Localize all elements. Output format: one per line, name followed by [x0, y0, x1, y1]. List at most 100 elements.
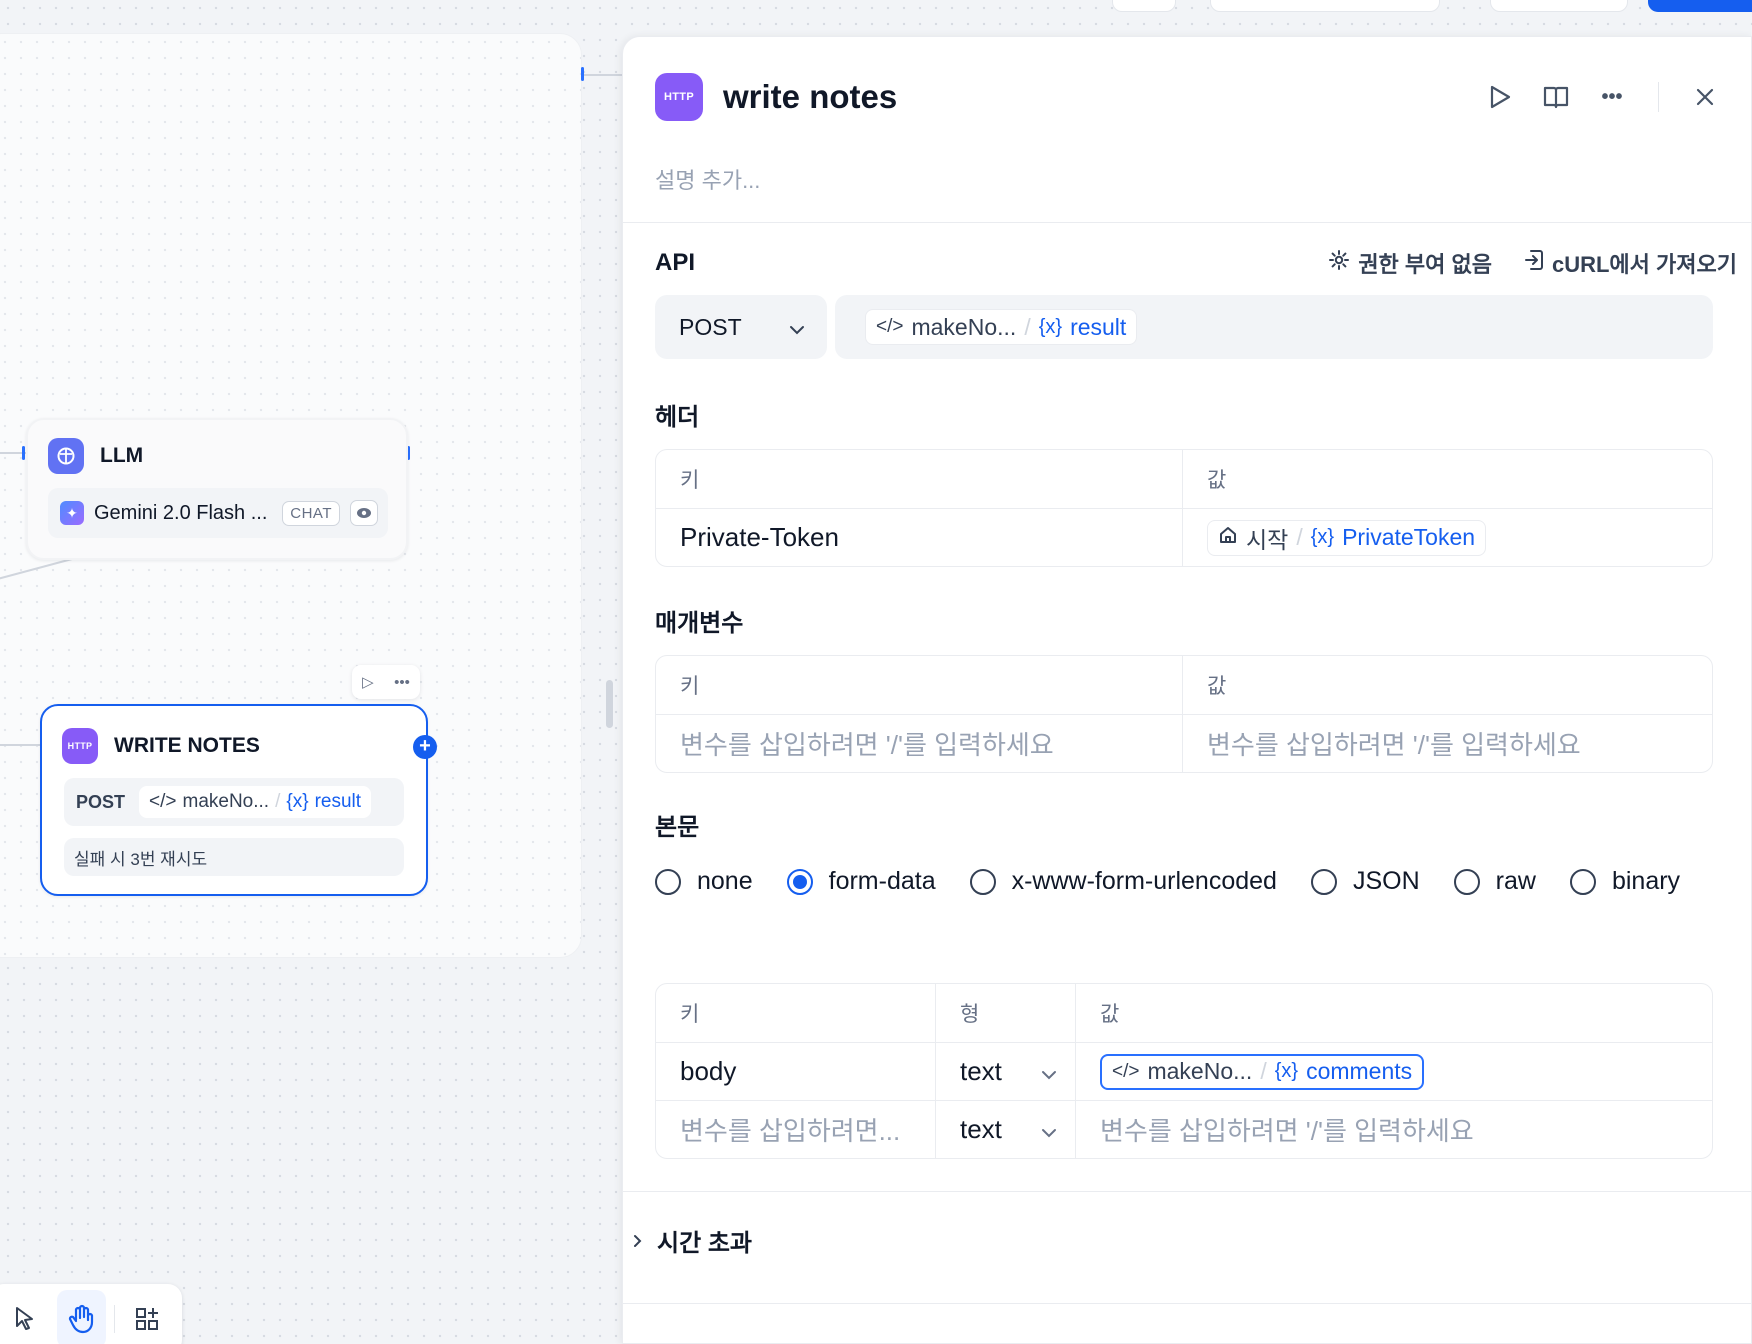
- header-key-input[interactable]: Private-Token: [656, 509, 1182, 566]
- radio-icon: [969, 868, 996, 895]
- radio-selected-icon: [786, 868, 813, 895]
- close-icon[interactable]: [1689, 81, 1721, 113]
- variable-pill[interactable]: 시작 / {x} PrivateToken: [1207, 519, 1487, 556]
- top-toolbar-chip[interactable]: [1490, 0, 1628, 12]
- radio-icon: [1569, 868, 1596, 895]
- variable-name: comments: [1306, 1058, 1413, 1084]
- divider: [623, 222, 1751, 223]
- divider: [623, 1303, 1751, 1304]
- param-value-input[interactable]: 변수를 삽입하려면 '/'를 입력하세요: [1182, 715, 1712, 772]
- body-section-label: 본문: [655, 814, 700, 841]
- variable-pill[interactable]: </> makeNo... / {x} result: [865, 309, 1138, 345]
- model-selector[interactable]: ✦ Gemini 2.0 Flash ... CHAT: [48, 488, 388, 538]
- node-handle[interactable]: [581, 67, 584, 81]
- timeout-section-toggle[interactable]: 시간 초과: [633, 1223, 752, 1258]
- chevron-right-icon: [633, 1227, 643, 1255]
- method-value: POST: [679, 313, 742, 340]
- radio-binary[interactable]: binary: [1569, 867, 1680, 896]
- http-icon: HTTP: [62, 728, 98, 764]
- node-title: LLM: [100, 444, 144, 467]
- auth-button[interactable]: 권한 부여 없음: [1328, 247, 1492, 279]
- run-icon[interactable]: [1484, 81, 1516, 113]
- header-value-input[interactable]: 시작 / {x} PrivateToken: [1182, 509, 1712, 566]
- body-type-radio-group: none form-data x-www-form-urlencoded JSO…: [655, 867, 1715, 896]
- connection-line: [582, 74, 622, 76]
- column-header: 값: [1182, 656, 1712, 714]
- form-value-input[interactable]: 변수를 삽입하려면 '/'를 입력하세요: [1075, 1101, 1712, 1158]
- node-toolbar: ▷ •••: [352, 665, 420, 699]
- eye-icon: [350, 500, 378, 526]
- variable-name: PrivateToken: [1342, 524, 1476, 550]
- form-key-input[interactable]: 변수를 삽입하려면...: [656, 1101, 935, 1158]
- variable-node: makeNo...: [1147, 1058, 1253, 1084]
- radio-icon: [655, 868, 681, 895]
- add-node-button[interactable]: +: [413, 735, 437, 759]
- model-name: Gemini 2.0 Flash ...: [94, 501, 268, 524]
- radio-form-data[interactable]: form-data: [786, 867, 936, 896]
- type-value: text: [960, 1056, 1002, 1086]
- code-icon: </>: [876, 316, 904, 337]
- timeout-label: 시간 초과: [657, 1230, 752, 1257]
- home-icon: [1218, 524, 1238, 551]
- gear-icon: [1328, 249, 1350, 277]
- table-header: 키 값: [656, 656, 1712, 714]
- hand-icon[interactable]: [57, 1290, 107, 1344]
- form-type-select[interactable]: text: [935, 1101, 1075, 1158]
- retry-info: 실패 시 3번 재시도: [64, 838, 404, 876]
- variable-pill: </> makeNo... / {x} result: [139, 786, 372, 818]
- params-table: 키 값 변수를 삽입하려면 '/'를 입력하세요 변수를 삽입하려면 '/'를 …: [655, 655, 1713, 773]
- column-header: 키: [680, 469, 700, 492]
- form-key-input[interactable]: body: [656, 1043, 935, 1100]
- table-row: 변수를 삽입하려면... text 변수를 삽입하려면 '/'를 입력하세요: [656, 1100, 1712, 1158]
- code-icon: </>: [1112, 1060, 1140, 1082]
- canvas-toolbar: [0, 1284, 182, 1344]
- variable-name: result: [314, 791, 362, 812]
- chevron-down-icon: [789, 314, 805, 341]
- variable-icon: {x}: [1274, 1060, 1299, 1082]
- panel-resize-handle[interactable]: [606, 680, 613, 728]
- api-section-label: API: [655, 249, 696, 276]
- radio-json[interactable]: JSON: [1310, 867, 1420, 896]
- table-header: 키 형 값: [656, 984, 1712, 1042]
- variable-pill[interactable]: </> makeNo... / {x} comments: [1100, 1053, 1425, 1090]
- code-icon: </>: [149, 791, 177, 812]
- llm-node[interactable]: LLM ✦ Gemini 2.0 Flash ... CHAT: [26, 418, 408, 560]
- radio-raw[interactable]: raw: [1453, 867, 1536, 896]
- description-input[interactable]: 설명 추가...: [655, 163, 760, 195]
- write-notes-node[interactable]: HTTP WRITE NOTES POST </> makeNo... / {x…: [40, 704, 428, 896]
- radio-none[interactable]: none: [655, 867, 753, 896]
- method-select[interactable]: POST: [655, 295, 827, 359]
- chevron-down-icon: [1041, 1056, 1057, 1087]
- url-input[interactable]: </> makeNo... / {x} result: [835, 295, 1713, 359]
- variable-icon: {x}: [1038, 315, 1063, 338]
- param-key-input[interactable]: 변수를 삽입하려면 '/'를 입력하세요: [656, 715, 1182, 772]
- more-icon[interactable]: •••: [394, 674, 410, 691]
- pointer-icon[interactable]: [0, 1290, 49, 1344]
- http-icon: HTTP: [655, 73, 703, 121]
- publish-button[interactable]: [1648, 0, 1752, 12]
- import-icon: [1524, 249, 1544, 277]
- column-header: 값: [1075, 984, 1712, 1042]
- mode-badge: CHAT: [282, 500, 340, 526]
- organize-icon[interactable]: [123, 1290, 172, 1344]
- top-toolbar-chip[interactable]: [1112, 0, 1176, 12]
- params-section-label: 매개변수: [655, 610, 744, 637]
- more-icon[interactable]: •••: [1596, 81, 1628, 113]
- run-node-icon[interactable]: ▷: [362, 673, 374, 691]
- table-row: Private-Token 시작 / {x} PrivateToken: [656, 508, 1712, 566]
- radio-x-www-form-urlencoded[interactable]: x-www-form-urlencoded: [969, 867, 1277, 896]
- panel-title[interactable]: write notes: [723, 78, 897, 116]
- table-header: 키 값: [656, 450, 1712, 508]
- book-icon[interactable]: [1540, 81, 1572, 113]
- type-value: text: [960, 1114, 1002, 1144]
- form-type-select[interactable]: text: [935, 1043, 1075, 1100]
- column-header: 키: [680, 675, 700, 698]
- node-handle[interactable]: [22, 446, 25, 460]
- form-data-table: 키 형 값 body text </> makeNo... / {x} comm…: [655, 983, 1713, 1159]
- variable-icon: {x}: [1310, 526, 1335, 548]
- import-curl-button[interactable]: cURL에서 가져오기: [1524, 247, 1737, 279]
- auth-label: 권한 부여 없음: [1358, 252, 1492, 277]
- connection-line: [0, 744, 40, 746]
- form-value-input[interactable]: </> makeNo... / {x} comments: [1075, 1043, 1712, 1100]
- top-toolbar-chip[interactable]: [1210, 0, 1440, 12]
